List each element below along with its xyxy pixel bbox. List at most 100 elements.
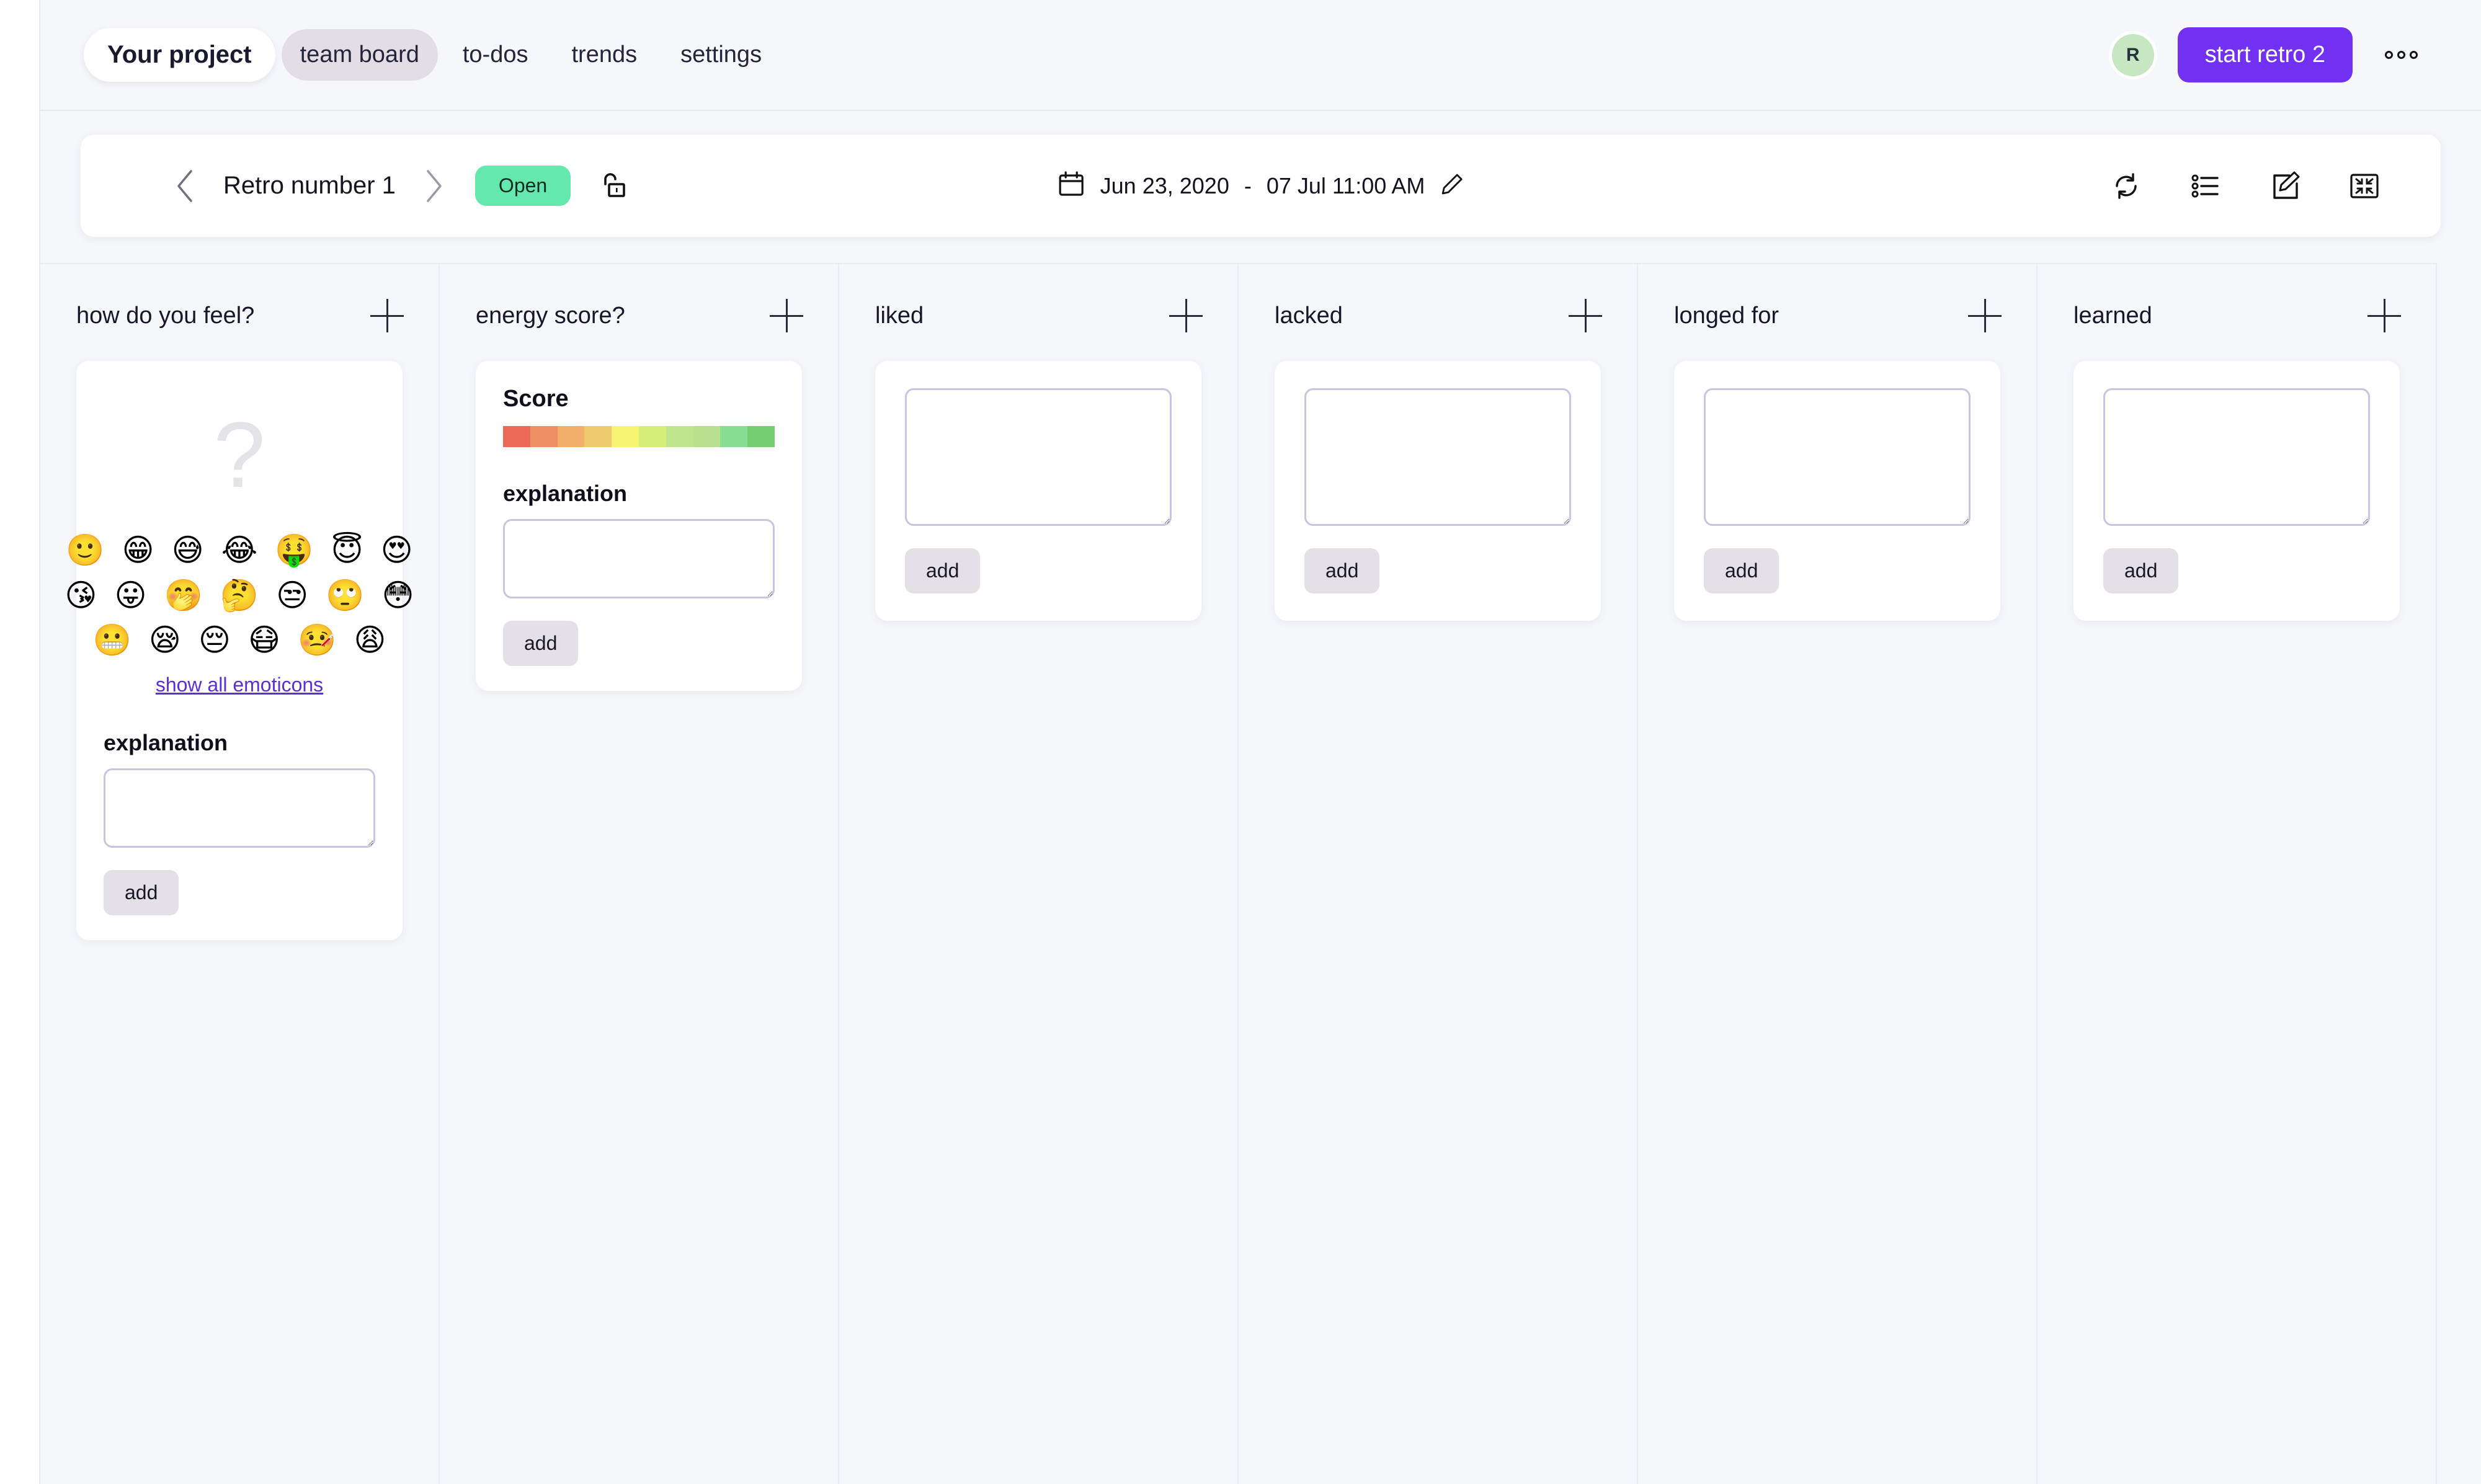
score-segment-5[interactable] xyxy=(612,426,639,447)
score-segment-8[interactable] xyxy=(693,426,721,447)
score-segment-9[interactable] xyxy=(720,426,748,447)
feel-add-button[interactable]: add xyxy=(104,869,179,915)
add-card-plus-icon[interactable] xyxy=(1569,299,1602,332)
list-icon[interactable] xyxy=(2181,162,2230,210)
add-card-plus-icon[interactable] xyxy=(1968,299,2002,332)
left-rail xyxy=(0,0,40,1484)
emoji-row: 😘 😛 🤭 🤔 😒 🙄 😳 xyxy=(65,576,414,615)
score-segment-6[interactable] xyxy=(638,426,666,447)
app-root: Your project team board to-dos trends se… xyxy=(0,0,2481,1484)
collapse-icon[interactable] xyxy=(2340,162,2389,210)
column-header: longed for xyxy=(1638,264,2036,332)
score-segment-3[interactable] xyxy=(557,426,585,447)
emoji-face-with-tears-of-joy[interactable]: 😂 xyxy=(221,531,257,570)
column-title: lacked xyxy=(1275,302,1343,329)
emoji-money-mouth-face[interactable]: 🤑 xyxy=(275,531,313,570)
score-segment-2[interactable] xyxy=(530,426,558,447)
feel-card: ? 🙂 😁 😅 😂 🤑 😇 😍 😘 😛 🤭 🤔 😒 🙄 😳 😬 😪 😔 😷 🤒 … xyxy=(65,361,414,940)
unlock-icon[interactable] xyxy=(587,162,635,210)
retro-title: Retro number 1 xyxy=(223,172,396,199)
feel-explanation-textarea[interactable] xyxy=(104,768,375,848)
liked-add-button[interactable]: add xyxy=(905,548,981,593)
lacked-textarea[interactable] xyxy=(1304,388,1571,526)
emoji-grinning-face-with-sweat[interactable]: 😅 xyxy=(172,531,204,570)
add-card-plus-icon[interactable] xyxy=(1169,299,1203,332)
liked-card: add xyxy=(875,361,1201,621)
show-all-emoticons-link[interactable]: show all emoticons xyxy=(104,673,375,696)
board-column-longed-for: longed for add xyxy=(1638,263,2038,1484)
board-column-lacked: lacked add xyxy=(1239,263,1638,1484)
emoji-beaming-face[interactable]: 😁 xyxy=(122,531,154,570)
column-title: liked xyxy=(875,302,924,329)
emoji-row: 🙂 😁 😅 😂 🤑 😇 😍 xyxy=(66,531,412,570)
emoji-flushed-face[interactable]: 😳 xyxy=(382,576,414,615)
emoji-row: 😬 😪 😔 😷 🤒 😩 xyxy=(92,621,386,660)
start-retro-button[interactable]: start retro 2 xyxy=(2177,27,2353,82)
add-card-plus-icon[interactable] xyxy=(370,299,404,332)
column-title: how do you feel? xyxy=(76,302,255,329)
liked-textarea[interactable] xyxy=(905,388,1172,526)
emoji-unamused-face[interactable]: 😒 xyxy=(276,576,308,615)
longed-for-add-button[interactable]: add xyxy=(1704,548,1779,593)
learned-add-button[interactable]: add xyxy=(2103,548,2179,593)
feel-explanation-label: explanation xyxy=(104,729,228,755)
longed-for-textarea[interactable] xyxy=(1704,388,1971,526)
retro-date-start: Jun 23, 2020 xyxy=(1100,172,1229,198)
emoji-smiling-face-with-heart-eyes[interactable]: 😍 xyxy=(381,531,413,570)
longed-for-card: add xyxy=(1674,361,2000,621)
column-header: lacked xyxy=(1239,264,1637,332)
nav-tab-settings[interactable]: settings xyxy=(662,29,780,81)
retro-toolbar-actions xyxy=(2102,162,2389,210)
refresh-icon[interactable] xyxy=(2102,162,2150,210)
chevron-right-icon[interactable] xyxy=(414,166,454,206)
calendar-icon xyxy=(1057,170,1085,202)
emoji-grimacing-face[interactable]: 😬 xyxy=(92,621,131,660)
emoji-smiling-face-with-halo[interactable]: 😇 xyxy=(331,531,363,570)
lacked-add-button[interactable]: add xyxy=(1304,548,1380,593)
lacked-card: add xyxy=(1275,361,1601,621)
retro-toolbar: Retro number 1 Open Jun 23, 2020 - 07 Ju… xyxy=(81,135,2441,237)
score-explanation-textarea[interactable] xyxy=(503,519,775,598)
emoji-face-with-tongue[interactable]: 😛 xyxy=(114,576,146,615)
edit-square-icon[interactable] xyxy=(2261,162,2309,210)
score-card: Score explanation add xyxy=(476,361,802,691)
retro-toolbar-left: Retro number 1 Open xyxy=(165,162,635,210)
score-segment-1[interactable] xyxy=(503,426,530,447)
nav-tab-to-dos[interactable]: to-dos xyxy=(444,29,547,81)
score-segment-10[interactable] xyxy=(747,426,775,447)
board-column-energy-score: energy score? Score explanation add xyxy=(440,263,839,1484)
emoji-face-with-rolling-eyes[interactable]: 🙄 xyxy=(326,576,364,615)
emoji-slightly-smiling-face[interactable]: 🙂 xyxy=(66,531,104,570)
emoji-face-with-hand-over-mouth[interactable]: 🤭 xyxy=(164,576,203,615)
project-name-pill[interactable]: Your project xyxy=(84,28,275,82)
score-scale[interactable] xyxy=(503,426,775,447)
emoji-weary-face[interactable]: 😩 xyxy=(354,621,386,660)
score-add-button[interactable]: add xyxy=(503,621,579,666)
pencil-icon[interactable] xyxy=(1440,172,1464,200)
nav-tab-team-board[interactable]: team board xyxy=(281,29,438,81)
learned-textarea[interactable] xyxy=(2103,388,2370,526)
retro-date-separator: - xyxy=(1244,172,1252,198)
emoji-sleepy-face[interactable]: 😪 xyxy=(149,621,181,660)
add-card-plus-icon[interactable] xyxy=(2367,299,2401,332)
chevron-left-icon[interactable] xyxy=(165,166,205,206)
status-badge[interactable]: Open xyxy=(474,166,571,206)
score-segment-4[interactable] xyxy=(584,426,612,447)
kebab-horizontal-icon[interactable] xyxy=(2376,42,2426,68)
retro-date-group[interactable]: Jun 23, 2020 - 07 Jul 11:00 AM xyxy=(1057,170,1465,202)
emoji-pensive-face[interactable]: 😔 xyxy=(198,621,231,660)
nav-tab-trends[interactable]: trends xyxy=(553,29,656,81)
emoji-face-blowing-a-kiss[interactable]: 😘 xyxy=(65,576,97,615)
column-header: how do you feel? xyxy=(40,264,439,332)
score-label: Score xyxy=(503,386,569,412)
retro-date-end: 07 Jul 11:00 AM xyxy=(1266,172,1425,198)
emoji-face-with-thermometer[interactable]: 🤒 xyxy=(298,621,336,660)
column-header: learned xyxy=(2038,264,2436,332)
selected-emoji-placeholder: ? xyxy=(213,402,265,507)
emoji-face-with-medical-mask[interactable]: 😷 xyxy=(248,621,280,660)
add-card-plus-icon[interactable] xyxy=(770,299,803,332)
score-segment-7[interactable] xyxy=(666,426,693,447)
column-title: learned xyxy=(2073,302,2152,329)
avatar[interactable]: R xyxy=(2111,33,2154,76)
emoji-thinking-face[interactable]: 🤔 xyxy=(220,576,259,615)
